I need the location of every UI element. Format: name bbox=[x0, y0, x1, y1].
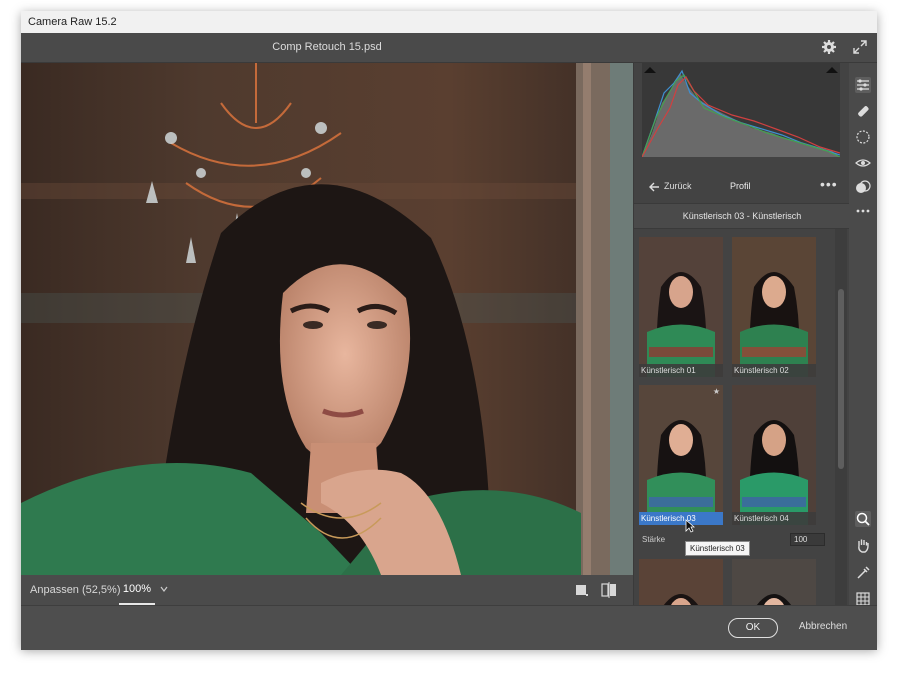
dialog-footer: OK Abbrechen bbox=[21, 605, 877, 650]
scroll-thumb[interactable] bbox=[838, 289, 844, 469]
profile-thumbnail-selected[interactable]: ★ Künstlerisch 03 bbox=[639, 385, 723, 525]
tooltip: Künstlerisch 03 bbox=[685, 541, 750, 556]
profile-thumbnail[interactable] bbox=[732, 559, 816, 605]
strength-label: Stärke bbox=[642, 535, 666, 544]
thumbnail-label: Künstlerisch 02 bbox=[732, 364, 816, 377]
single-view-icon[interactable] bbox=[575, 583, 589, 597]
zoom-100-button[interactable]: 100% bbox=[119, 575, 155, 605]
tool-strip bbox=[849, 63, 877, 606]
document-filename: Comp Retouch 15.psd bbox=[272, 41, 382, 53]
title-bar: Camera Raw 15.2 bbox=[21, 11, 877, 33]
hand-tool-icon[interactable] bbox=[855, 537, 871, 553]
strength-input[interactable]: 100 bbox=[790, 533, 825, 546]
window-title: Camera Raw 15.2 bbox=[28, 16, 117, 28]
more-tools-icon[interactable] bbox=[855, 203, 871, 219]
profile-title: Profil bbox=[730, 181, 751, 191]
fullscreen-icon[interactable] bbox=[852, 39, 868, 55]
eyedropper-icon[interactable] bbox=[855, 565, 871, 581]
back-arrow-icon[interactable] bbox=[648, 181, 660, 193]
chevron-down-icon[interactable] bbox=[159, 584, 169, 594]
profile-thumbnail[interactable]: Künstlerisch 01 bbox=[639, 237, 723, 377]
favorite-star-icon[interactable]: ★ bbox=[713, 387, 720, 396]
selected-profile-name: Künstlerisch 03 - Künstlerisch bbox=[634, 203, 850, 229]
cancel-button[interactable]: Abbrechen bbox=[793, 618, 853, 636]
ok-button[interactable]: OK bbox=[728, 618, 778, 638]
zoom-bar: Anpassen (52,5%) 100% bbox=[21, 575, 633, 605]
back-button[interactable]: Zurück bbox=[664, 173, 692, 199]
gear-icon[interactable] bbox=[821, 39, 837, 55]
thumbnail-label: Künstlerisch 03 bbox=[639, 512, 723, 525]
histogram bbox=[642, 63, 840, 157]
mask-icon[interactable] bbox=[855, 129, 871, 145]
thumbnail-label: Künstlerisch 01 bbox=[639, 364, 723, 377]
presets-icon[interactable] bbox=[855, 179, 871, 195]
healing-brush-icon[interactable] bbox=[855, 103, 871, 119]
profile-thumbnail[interactable]: Künstlerisch 04 bbox=[732, 385, 816, 525]
profile-scrollbar[interactable] bbox=[835, 229, 847, 605]
cursor-icon bbox=[685, 519, 695, 533]
profile-header: Zurück Profil ••• bbox=[634, 173, 850, 201]
right-panel: Zurück Profil ••• Künstlerisch 03 - Küns… bbox=[633, 63, 850, 605]
edit-sliders-icon[interactable] bbox=[855, 77, 871, 93]
before-after-icon[interactable] bbox=[601, 582, 617, 598]
top-bar: Comp Retouch 15.psd bbox=[21, 33, 877, 63]
profile-thumbnail[interactable] bbox=[639, 559, 723, 605]
thumbnail-label: Künstlerisch 04 bbox=[732, 512, 816, 525]
profile-thumbnail[interactable]: Künstlerisch 02 bbox=[732, 237, 816, 377]
camera-raw-window: Camera Raw 15.2 Comp Retouch 15.psd Anpa… bbox=[21, 11, 877, 650]
red-eye-icon[interactable] bbox=[855, 155, 871, 171]
photo-preview[interactable] bbox=[21, 63, 633, 575]
zoom-fit-button[interactable]: Anpassen (52,5%) bbox=[30, 575, 121, 605]
more-options-button[interactable]: ••• bbox=[820, 173, 838, 195]
zoom-tool-icon[interactable] bbox=[855, 511, 871, 527]
